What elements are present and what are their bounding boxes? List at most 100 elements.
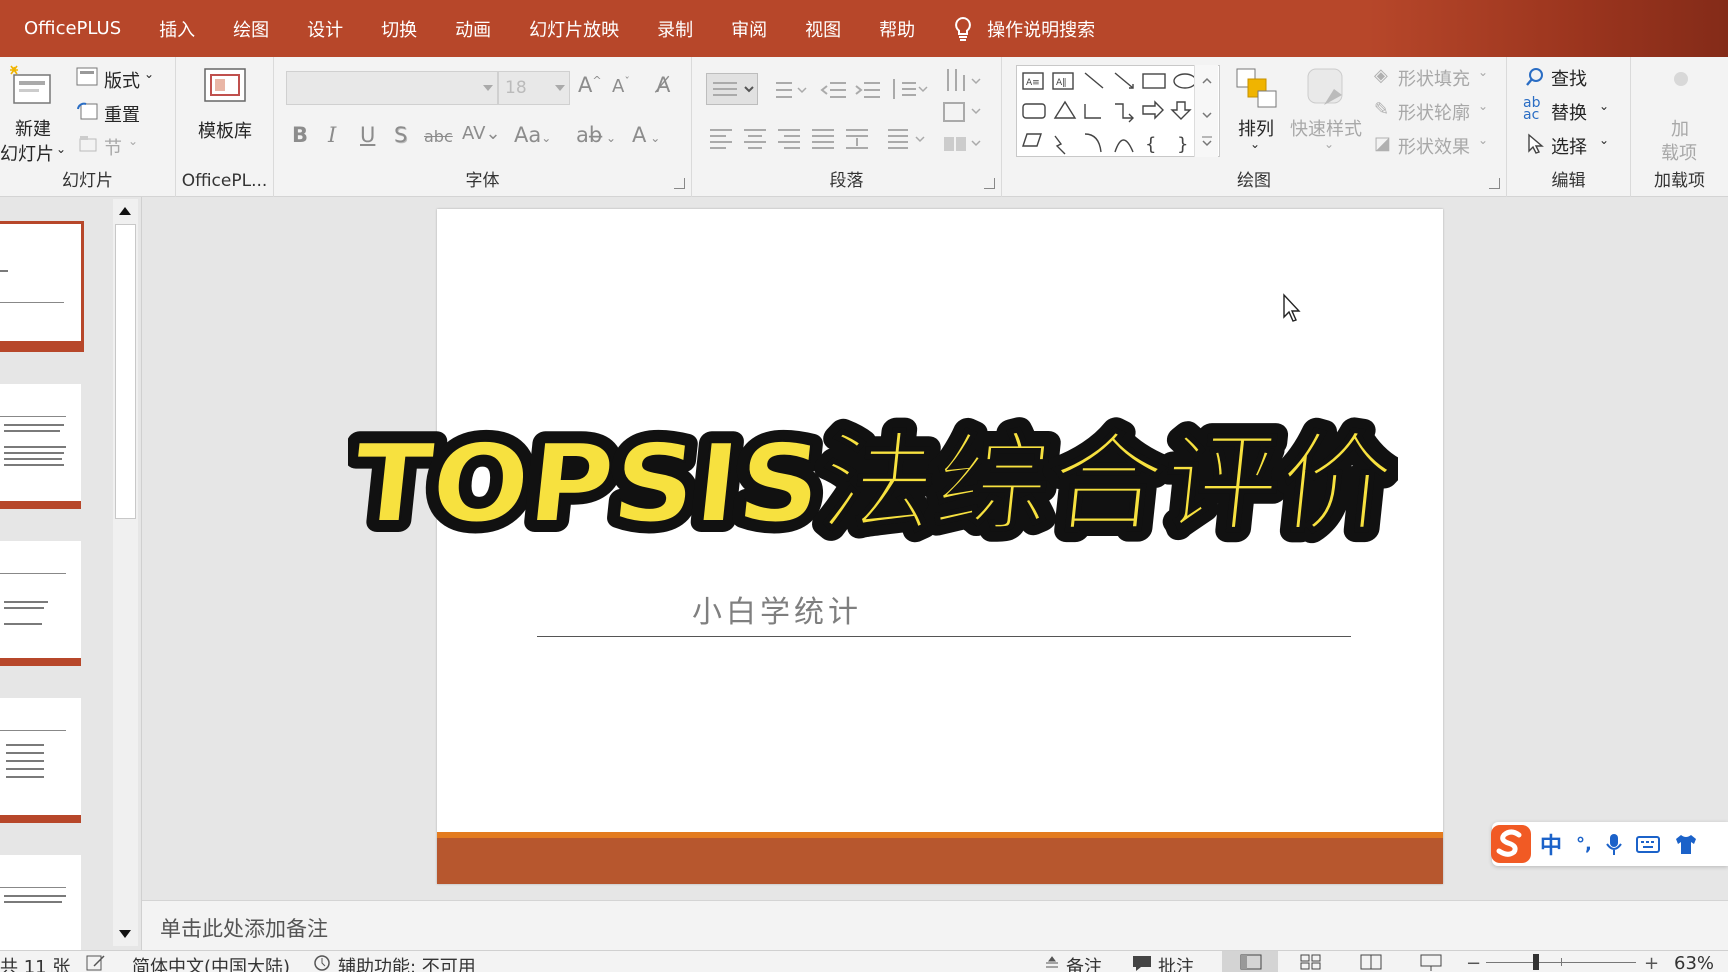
quick-styles-icon[interactable] bbox=[1304, 65, 1350, 115]
new-slide-label-2[interactable]: 幻灯片 bbox=[0, 140, 54, 166]
slide-thumbnail-2[interactable] bbox=[0, 384, 81, 509]
align-left-icon[interactable] bbox=[708, 125, 734, 151]
keyboard-icon[interactable] bbox=[1635, 834, 1660, 854]
normal-view-button[interactable] bbox=[1222, 951, 1278, 972]
strikethrough-icon[interactable]: abc bbox=[424, 127, 453, 146]
tab-design[interactable]: 设计 bbox=[307, 16, 343, 42]
language-indicator[interactable]: 简体中文(中国大陆) bbox=[132, 953, 290, 972]
shape-fill-dropdown-icon[interactable]: ⌄ bbox=[1478, 65, 1488, 79]
thumbnail-scrollbar[interactable] bbox=[113, 199, 138, 946]
addins-icon[interactable] bbox=[1671, 69, 1691, 89]
addins-label-1[interactable]: 加 bbox=[1671, 115, 1689, 141]
zoom-slider-thumb[interactable] bbox=[1533, 954, 1539, 970]
tab-slideshow[interactable]: 幻灯片放映 bbox=[529, 16, 619, 42]
font-dialog-launcher-icon[interactable] bbox=[674, 178, 685, 189]
reading-view-icon[interactable] bbox=[1360, 954, 1382, 970]
comments-button[interactable]: 批注 bbox=[1158, 953, 1194, 972]
skin-shirt-icon[interactable] bbox=[1674, 833, 1698, 855]
notes-button[interactable]: 备注 bbox=[1066, 953, 1102, 972]
quick-styles-dropdown-icon[interactable]: ⌄ bbox=[1324, 137, 1334, 151]
zoom-level[interactable]: 63% bbox=[1674, 953, 1714, 972]
shape-fill-button[interactable]: 形状填充 bbox=[1398, 65, 1470, 91]
sogou-logo-icon[interactable] bbox=[1488, 821, 1534, 867]
new-slide-label[interactable]: 新建 bbox=[15, 115, 51, 141]
accessibility-status[interactable]: 辅助功能: 不可用 bbox=[338, 953, 476, 972]
tab-record[interactable]: 录制 bbox=[657, 16, 693, 42]
scrollbar-thumb[interactable] bbox=[115, 224, 136, 519]
ime-mode-label[interactable]: 中 bbox=[1540, 828, 1562, 860]
replace-button[interactable]: 替换 bbox=[1551, 99, 1587, 125]
shapes-gallery-scroll[interactable] bbox=[1194, 65, 1218, 157]
grow-font-icon[interactable]: A^ bbox=[578, 73, 602, 97]
layout-dropdown-icon[interactable]: ⌄ bbox=[144, 67, 154, 81]
justify-icon[interactable] bbox=[810, 125, 836, 151]
addins-label-2[interactable]: 载项 bbox=[1661, 139, 1697, 165]
tab-draw[interactable]: 绘图 bbox=[233, 16, 269, 42]
tab-help[interactable]: 帮助 bbox=[879, 16, 915, 42]
align-text-icon[interactable] bbox=[940, 97, 984, 127]
slide-thumbnail-3[interactable] bbox=[0, 541, 81, 666]
replace-dropdown-icon[interactable]: ⌄ bbox=[1599, 99, 1609, 113]
layout-button[interactable]: 版式 bbox=[104, 67, 140, 93]
notes-placeholder[interactable]: 单击此处添加备注 bbox=[160, 913, 328, 943]
shrink-font-icon[interactable]: Aˇ bbox=[612, 75, 630, 97]
text-shadow-icon[interactable]: S bbox=[394, 123, 407, 147]
shapes-gallery[interactable]: A≡ A‖ { } bbox=[1016, 65, 1220, 157]
slideshow-icon[interactable] bbox=[1420, 954, 1442, 972]
character-spacing-icon[interactable]: AV⌄ bbox=[462, 123, 501, 144]
notes-pane[interactable]: 单击此处添加备注 bbox=[142, 900, 1728, 950]
slide-title[interactable]: TOPSIS法综合评价 TOPSIS法综合评价 bbox=[348, 405, 1398, 550]
slide-thumbnail-1[interactable] bbox=[0, 221, 84, 352]
new-slide-dropdown-icon[interactable]: ⌄ bbox=[56, 142, 66, 156]
highlight-color-icon[interactable]: ab̶ ⌄ bbox=[576, 123, 616, 147]
spelling-check-icon[interactable] bbox=[86, 954, 106, 972]
clear-formatting-icon[interactable]: A̸ bbox=[656, 73, 670, 97]
template-library-icon[interactable] bbox=[203, 67, 247, 109]
convert-smartart-icon[interactable] bbox=[940, 129, 984, 159]
font-size-dropdown-icon[interactable] bbox=[555, 85, 565, 91]
italic-icon[interactable]: I bbox=[328, 123, 336, 147]
shape-outline-dropdown-icon[interactable]: ⌄ bbox=[1478, 99, 1488, 113]
zoom-out-icon[interactable]: − bbox=[1466, 953, 1481, 972]
tab-animations[interactable]: 动画 bbox=[455, 16, 491, 42]
reset-button[interactable]: 重置 bbox=[104, 101, 140, 127]
zoom-slider[interactable] bbox=[1486, 954, 1636, 970]
font-size-combobox[interactable]: 18 bbox=[498, 71, 570, 105]
tab-transitions[interactable]: 切换 bbox=[381, 16, 417, 42]
scroll-down-icon[interactable] bbox=[119, 930, 131, 938]
shape-outline-button[interactable]: 形状轮廓 bbox=[1398, 99, 1470, 125]
zoom-in-icon[interactable]: + bbox=[1644, 953, 1659, 972]
font-name-combobox[interactable] bbox=[286, 71, 498, 105]
arrange-icon[interactable] bbox=[1234, 65, 1280, 115]
tell-me-search[interactable]: 操作说明搜索 bbox=[953, 16, 1095, 42]
shape-effects-dropdown-icon[interactable]: ⌄ bbox=[1478, 133, 1488, 147]
select-button[interactable]: 选择 bbox=[1551, 133, 1587, 159]
increase-indent-icon[interactable] bbox=[854, 77, 882, 103]
slide-thumbnail-5[interactable] bbox=[0, 855, 81, 950]
tab-insert[interactable]: 插入 bbox=[159, 16, 195, 42]
shape-effects-button[interactable]: 形状效果 bbox=[1398, 133, 1470, 159]
select-dropdown-icon[interactable]: ⌄ bbox=[1599, 133, 1609, 147]
punctuation-icon[interactable]: °, bbox=[1576, 834, 1592, 855]
columns-icon[interactable] bbox=[886, 125, 930, 151]
scroll-up-icon[interactable] bbox=[119, 207, 131, 215]
underline-icon[interactable]: U bbox=[360, 123, 375, 147]
numbering-icon[interactable] bbox=[768, 77, 808, 103]
align-center-icon[interactable] bbox=[742, 125, 768, 151]
bold-icon[interactable]: B bbox=[292, 123, 308, 147]
slide-sorter-icon[interactable] bbox=[1300, 954, 1322, 970]
ime-toolbar[interactable]: 中 °, bbox=[1491, 822, 1728, 866]
slide-subtitle[interactable]: 小白学统计 bbox=[692, 587, 862, 631]
decrease-indent-icon[interactable] bbox=[820, 77, 848, 103]
section-button[interactable]: 节 bbox=[104, 134, 122, 160]
align-right-icon[interactable] bbox=[776, 125, 802, 151]
text-direction-icon[interactable] bbox=[940, 65, 984, 97]
paragraph-dialog-launcher-icon[interactable] bbox=[984, 178, 995, 189]
microphone-icon[interactable] bbox=[1606, 832, 1622, 856]
section-dropdown-icon[interactable]: ⌄ bbox=[128, 134, 138, 148]
drawing-dialog-launcher-icon[interactable] bbox=[1489, 178, 1500, 189]
line-spacing-icon[interactable] bbox=[888, 75, 928, 103]
tab-review[interactable]: 审阅 bbox=[731, 16, 767, 42]
tab-officeplus[interactable]: OfficePLUS bbox=[24, 18, 121, 39]
change-case-button[interactable]: Aa⌄ bbox=[514, 123, 551, 147]
